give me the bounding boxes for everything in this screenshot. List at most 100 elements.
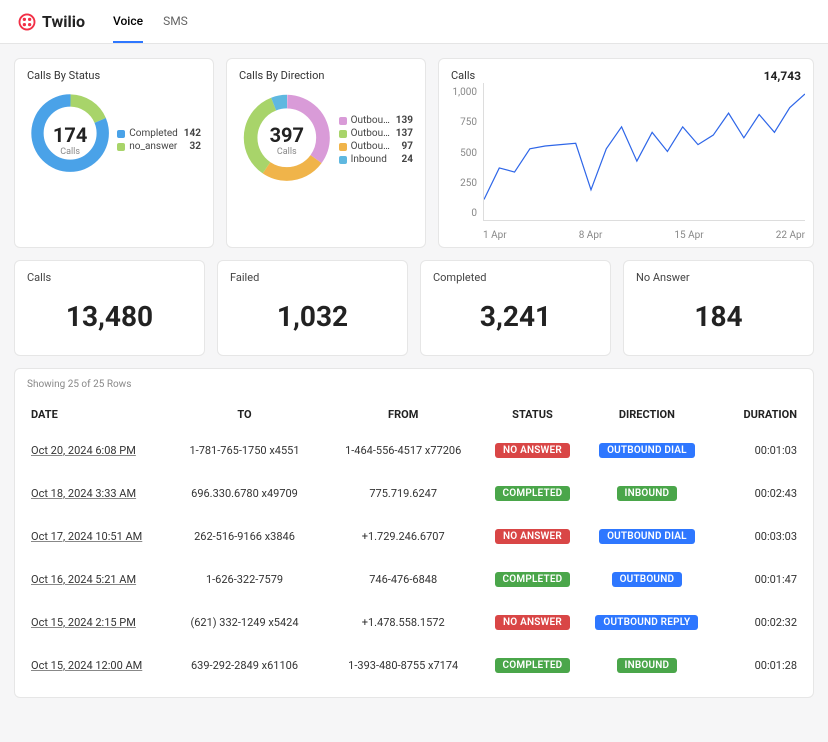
col-to[interactable]: TO: [165, 400, 324, 429]
table-header-row: DATE TO FROM STATUS DIRECTION DURATION: [27, 400, 801, 429]
status-badge: NO ANSWER: [495, 529, 570, 544]
card-calls-by-status: Calls By Status 174 Calls Completed 142 no…: [14, 58, 214, 248]
cell-from: +1.478.558.1572: [324, 601, 483, 644]
cell-status: COMPLETED: [483, 644, 583, 687]
legend-label: no_answer: [129, 141, 177, 152]
cell-status: COMPLETED: [483, 472, 583, 515]
table-row: Oct 15, 2024 2:15 PM(621) 332-1249 x5424…: [27, 601, 801, 644]
cell-status: NO ANSWER: [483, 429, 583, 472]
direction-badge: OUTBOUND DIAL: [599, 443, 695, 458]
status-badge: NO ANSWER: [495, 615, 570, 630]
x-tick: 1 Apr: [483, 230, 507, 241]
legend-item: Completed 142: [117, 128, 201, 139]
brand-logo: Twilio: [18, 12, 85, 31]
cell-to: (621) 332-1249 x5424: [165, 601, 324, 644]
status-badge: NO ANSWER: [495, 443, 570, 458]
x-tick: 8 Apr: [579, 230, 603, 241]
cell-to: 1-781-765-1750 x4551: [165, 429, 324, 472]
metric-label: Calls: [27, 271, 192, 284]
cell-to: 262-516-9166 x3846: [165, 515, 324, 558]
cell-from: 775.719.6247: [324, 472, 483, 515]
x-tick: 15 Apr: [674, 230, 703, 241]
col-status[interactable]: STATUS: [483, 400, 583, 429]
card-calls-line: Calls 14,743 02505007501,000 1 Apr8 Apr1…: [438, 58, 814, 248]
metric-card: Completed 3,241: [420, 260, 611, 356]
direction-badge: OUTBOUND DIAL: [599, 529, 695, 544]
legend-dot: [339, 130, 347, 138]
status-badge: COMPLETED: [495, 486, 571, 501]
card-title: Calls By Direction: [239, 69, 413, 82]
metric-value: 184: [636, 294, 801, 345]
cell-direction: OUTBOUND: [582, 558, 711, 601]
col-date[interactable]: DATE: [27, 400, 165, 429]
line-svg: [484, 83, 805, 220]
cell-date[interactable]: Oct 17, 2024 10:51 AM: [27, 515, 165, 558]
legend-value: 97: [402, 141, 413, 152]
cell-direction: INBOUND: [582, 644, 711, 687]
card-title: Calls By Status: [27, 69, 201, 82]
legend-dot: [339, 143, 347, 151]
legend-item: Inbound24: [339, 154, 413, 165]
donut-chart-status: 174 Calls: [27, 90, 113, 190]
y-tick: 1,000: [447, 87, 477, 98]
cell-to: 1-626-322-7579: [165, 558, 324, 601]
legend-item: Outbou… 139: [339, 115, 413, 126]
status-badge: COMPLETED: [495, 658, 571, 673]
rows-info: Showing 25 of 25 Rows: [27, 379, 801, 390]
cell-date[interactable]: Oct 15, 2024 2:15 PM: [27, 601, 165, 644]
legend-value: 24: [402, 154, 413, 165]
col-direction[interactable]: DIRECTION: [582, 400, 711, 429]
table-row: Oct 16, 2024 5:21 AM1-626-322-7579746-47…: [27, 558, 801, 601]
cell-to: 696.330.6780 x49709: [165, 472, 324, 515]
chart-plot: [483, 83, 805, 221]
legend-value: 142: [184, 128, 201, 139]
legend-value: 137: [396, 128, 413, 139]
cell-duration: 00:01:28: [711, 644, 801, 687]
cell-status: NO ANSWER: [483, 601, 583, 644]
cell-direction: OUTBOUND DIAL: [582, 429, 711, 472]
tab-voice[interactable]: Voice: [113, 0, 143, 43]
metric-card: Calls 13,480: [14, 260, 205, 356]
y-tick: 750: [447, 117, 477, 128]
cell-duration: 00:02:32: [711, 601, 801, 644]
metric-card: Failed1,032: [217, 260, 408, 356]
donut-chart-direction: 397 Calls: [239, 90, 335, 190]
legend-item: Outbou… 137: [339, 128, 413, 139]
card-calls-table: Showing 25 of 25 Rows DATE TO FROM STATU…: [14, 368, 814, 698]
cell-date[interactable]: Oct 18, 2024 3:33 AM: [27, 472, 165, 515]
metric-label: No Answer: [636, 271, 801, 284]
col-duration[interactable]: DURATION: [711, 400, 801, 429]
cell-duration: 00:03:03: [711, 515, 801, 558]
legend-dot: [117, 130, 125, 138]
cell-direction: INBOUND: [582, 472, 711, 515]
legend-item: no_answer32: [117, 141, 201, 152]
cell-direction: OUTBOUND DIAL: [582, 515, 711, 558]
app-header: Twilio Voice SMS: [0, 0, 828, 44]
metric-value: 1,032: [230, 294, 395, 345]
direction-badge: OUTBOUND REPLY: [595, 615, 698, 630]
cell-date[interactable]: Oct 20, 2024 6:08 PM: [27, 429, 165, 472]
calls-table: DATE TO FROM STATUS DIRECTION DURATION O…: [27, 400, 801, 687]
legend-label: Outbou…: [351, 128, 390, 139]
legend-label: Completed: [129, 128, 178, 139]
metric-value: 13,480: [27, 294, 192, 345]
legend-label: Outbou…: [351, 141, 390, 152]
metric-value: 3,241: [433, 294, 598, 345]
twilio-icon: [18, 13, 36, 31]
legend-dot: [339, 117, 347, 125]
metric-card: No Answer 184: [623, 260, 814, 356]
legend-item: Outbou… 97: [339, 141, 413, 152]
legend-label: Outbou…: [351, 115, 390, 126]
legend-status: Completed 142 no_answer32: [117, 126, 201, 154]
status-badge: COMPLETED: [495, 572, 571, 587]
legend-value: 139: [396, 115, 413, 126]
cell-date[interactable]: Oct 15, 2024 12:00 AM: [27, 644, 165, 687]
donut-svg: [27, 90, 113, 176]
tab-sms[interactable]: SMS: [163, 0, 188, 43]
col-from[interactable]: FROM: [324, 400, 483, 429]
cell-to: 639-292-2849 x61106: [165, 644, 324, 687]
y-axis: 02505007501,000: [447, 87, 477, 219]
cell-date[interactable]: Oct 16, 2024 5:21 AM: [27, 558, 165, 601]
direction-badge: OUTBOUND: [612, 572, 683, 587]
metric-label: Completed: [433, 271, 598, 284]
